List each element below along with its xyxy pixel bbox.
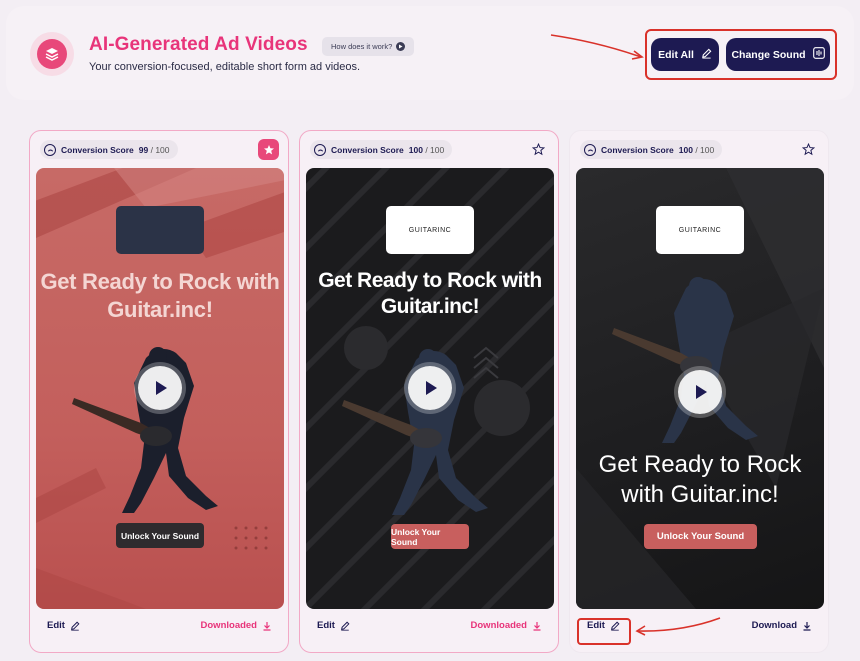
arrow-icon bbox=[635, 617, 721, 636]
download-button[interactable]: Download bbox=[752, 620, 812, 631]
star-icon bbox=[263, 144, 274, 154]
gauge-icon bbox=[584, 143, 596, 156]
gauge-icon bbox=[314, 143, 326, 156]
ad-cta-button: Unlock Your Sound bbox=[644, 524, 757, 549]
download-icon bbox=[803, 621, 811, 631]
ad-headline: Get Ready to Rock with Guitar.inc! bbox=[318, 269, 542, 319]
edit-button[interactable]: Edit bbox=[47, 620, 80, 631]
star-icon bbox=[802, 143, 815, 156]
download-icon bbox=[533, 621, 541, 631]
score-max: / 100 bbox=[425, 144, 445, 155]
video-card-2: Conversion Score 100 / 100 GUITARINC Get… bbox=[299, 130, 559, 653]
score-value: 99 bbox=[138, 144, 149, 155]
ad-headline: Get Ready to Rock with Guitar.inc! bbox=[40, 269, 280, 322]
favorite-button[interactable] bbox=[798, 139, 819, 160]
download-button[interactable]: Downloaded bbox=[201, 620, 272, 631]
brand-name: GUITARINC bbox=[408, 226, 452, 234]
play-button[interactable] bbox=[408, 366, 452, 410]
favorite-button[interactable] bbox=[258, 139, 279, 160]
layers-icon bbox=[37, 39, 67, 69]
conversion-score-badge: Conversion Score 100 / 100 bbox=[310, 140, 453, 159]
pencil-icon bbox=[701, 48, 712, 62]
download-label: Downloaded bbox=[470, 620, 527, 631]
play-icon bbox=[156, 381, 167, 395]
star-icon bbox=[532, 143, 545, 156]
edit-label: Edit bbox=[47, 620, 65, 631]
ad-cta-button: Unlock Your Sound bbox=[391, 524, 469, 549]
conversion-score-badge: Conversion Score 100 / 100 bbox=[580, 140, 723, 159]
video-preview[interactable]: GUITARINC Get Ready to Rock with Guitar.… bbox=[306, 168, 554, 609]
edit-button[interactable]: Edit bbox=[317, 620, 350, 631]
download-label: Downloaded bbox=[200, 620, 257, 631]
download-icon bbox=[263, 621, 271, 631]
edit-button-highlight bbox=[577, 618, 631, 645]
arrow-icon bbox=[550, 34, 644, 60]
pencil-icon bbox=[340, 621, 350, 631]
play-icon bbox=[426, 381, 437, 395]
video-preview[interactable]: Get Ready to Rock with Guitar.inc! Unloc… bbox=[36, 168, 284, 609]
play-button[interactable] bbox=[678, 370, 722, 414]
how-it-works-label: How does it work? bbox=[331, 42, 393, 51]
brand-name: GUITARINC bbox=[678, 226, 722, 234]
favorite-button[interactable] bbox=[528, 139, 549, 160]
brand-logo: GUITARINC bbox=[656, 206, 744, 254]
card-footer: Edit Downloaded bbox=[30, 620, 288, 636]
edit-all-button[interactable]: Edit All bbox=[651, 38, 719, 71]
score-label: Conversion Score bbox=[601, 144, 674, 155]
brand-logo-placeholder bbox=[116, 206, 204, 254]
change-sound-label: Change Sound bbox=[731, 48, 806, 61]
video-preview[interactable]: GUITARINC Get Ready to Rock with Guitar.… bbox=[576, 168, 824, 609]
change-sound-button[interactable]: Change Sound bbox=[726, 38, 830, 71]
conversion-score-badge: Conversion Score 99 / 100 bbox=[40, 140, 178, 159]
sound-bars-icon bbox=[812, 47, 825, 62]
play-button[interactable] bbox=[138, 366, 182, 410]
app-logo bbox=[30, 32, 74, 76]
pencil-icon bbox=[70, 621, 80, 631]
video-card-1: Conversion Score 99 / 100 Get Ready to R… bbox=[29, 130, 289, 653]
edit-label: Edit bbox=[317, 620, 335, 631]
score-max: / 100 bbox=[150, 144, 170, 155]
card-footer: Edit Downloaded bbox=[300, 620, 558, 636]
download-button[interactable]: Downloaded bbox=[471, 620, 542, 631]
how-it-works-button[interactable]: How does it work? bbox=[322, 37, 415, 56]
guitarist-figure bbox=[72, 347, 218, 513]
gauge-icon bbox=[44, 143, 56, 156]
play-circle-icon bbox=[396, 42, 406, 51]
guitarist-figure bbox=[612, 277, 758, 443]
video-card-3: Conversion Score 100 / 100 GUITARINC Get… bbox=[569, 130, 829, 653]
play-icon bbox=[696, 385, 707, 399]
score-value: 100 bbox=[678, 144, 693, 155]
brand-logo: GUITARINC bbox=[386, 206, 474, 254]
score-label: Conversion Score bbox=[61, 144, 134, 155]
ad-cta-button: Unlock Your Sound bbox=[116, 523, 204, 548]
edit-all-label: Edit All bbox=[658, 48, 694, 61]
score-label: Conversion Score bbox=[331, 144, 404, 155]
score-max: / 100 bbox=[695, 144, 715, 155]
page-title: AI-Generated Ad Videos bbox=[89, 34, 308, 55]
download-label: Download bbox=[751, 620, 797, 631]
page-subtitle: Your conversion-focused, editable short … bbox=[89, 61, 361, 73]
score-value: 100 bbox=[408, 144, 423, 155]
ad-headline: Get Ready to Rock with Guitar.inc! bbox=[598, 451, 802, 508]
